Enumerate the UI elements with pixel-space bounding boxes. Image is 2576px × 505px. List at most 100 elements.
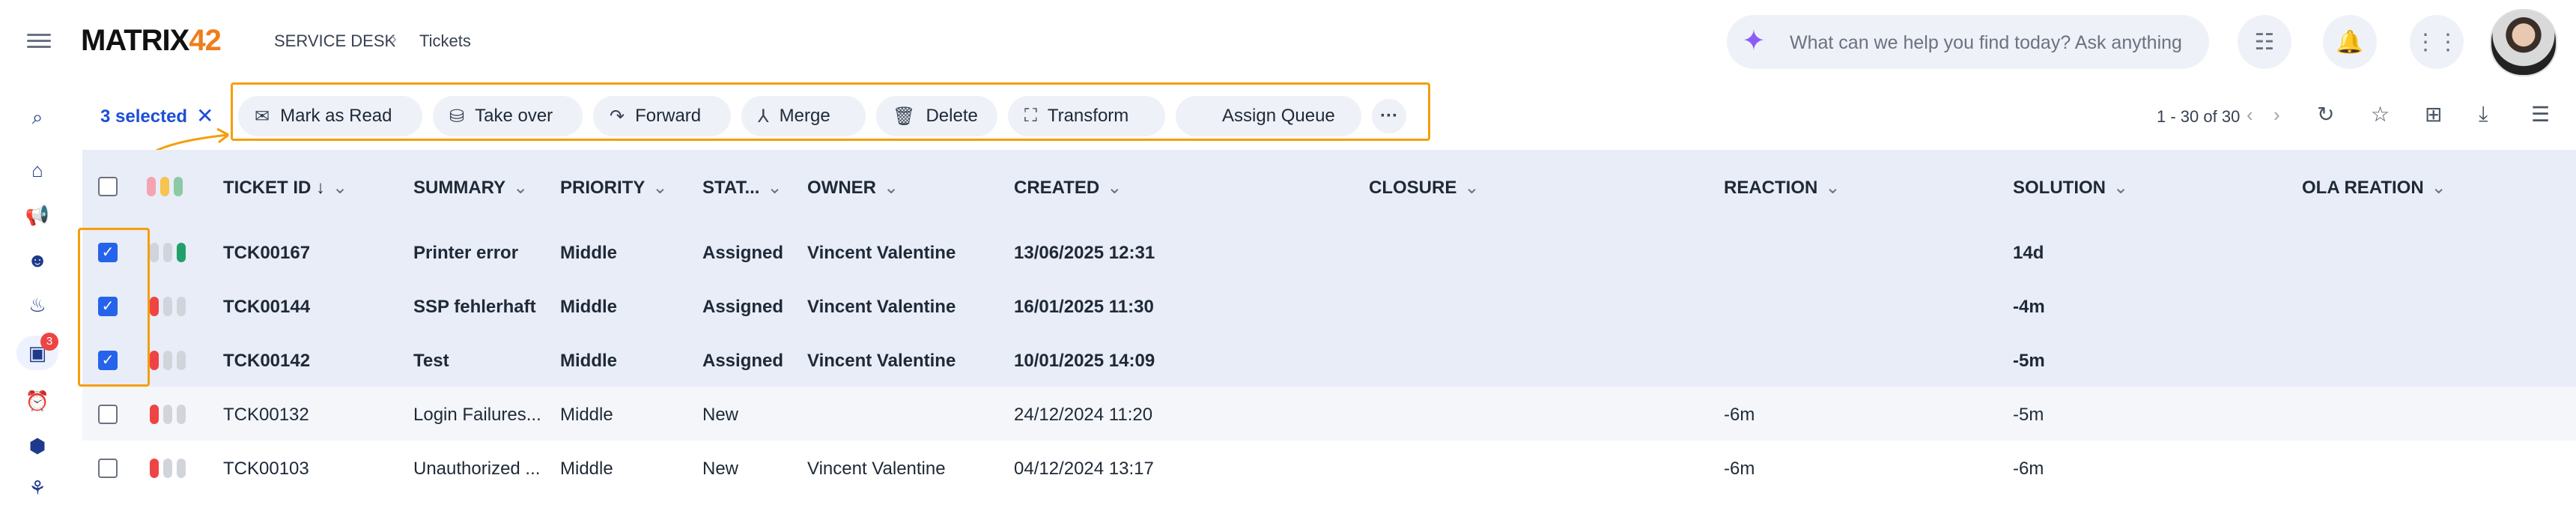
cell-priority: Middle	[560, 297, 617, 317]
mail-icon: ✉	[255, 106, 270, 127]
row-checkbox[interactable]	[98, 459, 118, 478]
cell-solution: -4m	[2013, 297, 2045, 317]
cell-status: Assigned	[702, 243, 784, 263]
priority-dot	[150, 459, 159, 478]
avatar[interactable]	[2490, 9, 2557, 76]
checklist-icon[interactable]: ☷	[2238, 15, 2291, 69]
prev-page-icon[interactable]: ‹	[2247, 103, 2253, 127]
cell-status: New	[702, 405, 739, 425]
col-owner[interactable]: OWNER ⌄	[807, 177, 899, 199]
megaphone-icon[interactable]: 📢	[16, 198, 58, 232]
priority-dot	[177, 405, 186, 424]
row-checkbox[interactable]	[98, 405, 118, 424]
forward-icon: ↷	[610, 106, 625, 127]
assign-queue-button[interactable]: Assign Queue	[1176, 96, 1361, 136]
cell-summary: Test	[413, 351, 449, 371]
home-icon[interactable]: ⌂	[16, 153, 58, 187]
add-widget-icon[interactable]: ⊞	[2425, 102, 2442, 127]
cell-reaction: -6m	[1724, 459, 1755, 479]
breadcrumb-service-desk[interactable]: SERVICE DESK	[274, 31, 395, 51]
priority-dot	[163, 297, 172, 316]
cell-status: Assigned	[702, 297, 784, 317]
priority-dot	[163, 405, 172, 424]
transform-icon: ⛶	[1024, 106, 1037, 126]
take-over-button[interactable]: ⛁ Take over	[433, 96, 583, 136]
priority-dot	[177, 351, 186, 370]
breadcrumb-separator-icon: ›	[391, 28, 397, 49]
cell-priority: Middle	[560, 459, 613, 479]
sort-arrow-icon: ↓	[316, 178, 325, 198]
col-status[interactable]: STAT... ⌄	[702, 177, 783, 199]
row-checkbox[interactable]: ✓	[98, 297, 118, 316]
cell-summary: SSP fehlerhaft	[413, 297, 536, 317]
merge-icon: ⅄	[758, 106, 769, 127]
cell-priority: Middle	[560, 405, 613, 425]
priority-dot	[150, 243, 159, 262]
cell-owner: Vincent Valentine	[807, 351, 956, 371]
pagination-info: 1 - 30 of 30	[2157, 107, 2241, 126]
col-ola-reaction[interactable]: OLA REATION ⌄	[2302, 177, 2446, 199]
menu-icon[interactable]	[27, 30, 51, 54]
col-priority[interactable]: PRIORITY ⌄	[560, 177, 667, 199]
cell-created: 13/06/2025 12:31	[1014, 243, 1155, 263]
filter-settings-icon[interactable]: ☰	[2531, 102, 2550, 127]
cell-owner: Vincent Valentine	[807, 243, 956, 263]
priority-dot	[177, 297, 186, 316]
alert-icon[interactable]: ⬢	[16, 429, 58, 463]
alarm-icon[interactable]: ⏰	[16, 384, 58, 418]
transform-button[interactable]: ⛶ Transform	[1008, 96, 1165, 136]
ticket-badge: 3	[40, 333, 58, 351]
cell-id: TCK00144	[223, 297, 311, 317]
cell-id: TCK00167	[223, 243, 311, 263]
priority-dot	[163, 351, 172, 370]
priority-dot	[150, 297, 159, 316]
col-reaction[interactable]: REACTION ⌄	[1724, 177, 1840, 199]
more-actions-button[interactable]: ···	[1372, 99, 1406, 133]
download-icon[interactable]: ⤓	[2479, 102, 2488, 127]
cell-owner: Vincent Valentine	[807, 297, 956, 317]
merge-button[interactable]: ⅄ Merge	[741, 96, 866, 136]
row-checkbox[interactable]: ✓	[98, 351, 118, 370]
priority-dot	[150, 351, 159, 370]
search-input[interactable]	[1788, 15, 2196, 70]
ticket-icon[interactable]: ▣ 3	[16, 333, 58, 370]
col-created[interactable]: CREATED ⌄	[1014, 177, 1122, 199]
fire-icon[interactable]: ♨	[16, 288, 58, 322]
cell-solution: -5m	[2013, 351, 2045, 371]
delete-button[interactable]: 🗑 Delete	[876, 96, 997, 136]
cell-solution: 14d	[2013, 243, 2044, 263]
col-summary[interactable]: SUMMARY ⌄	[413, 177, 528, 199]
refresh-icon[interactable]: ↻	[2317, 102, 2334, 127]
star-icon[interactable]: ☆	[2371, 102, 2390, 127]
apps-grid-icon[interactable]: ⋮⋮	[2410, 15, 2464, 69]
cell-solution: -6m	[2013, 459, 2044, 479]
cell-summary: Unauthorized ...	[413, 459, 541, 479]
col-closure[interactable]: CLOSURE ⌄	[1369, 177, 1479, 199]
next-page-icon[interactable]: ›	[2273, 103, 2280, 127]
col-solution[interactable]: SOLUTION ⌄	[2013, 177, 2128, 199]
people-icon[interactable]: ☻	[16, 243, 58, 277]
cell-owner: Vincent Valentine	[807, 459, 946, 479]
forward-button[interactable]: ↷ Forward	[593, 96, 731, 136]
cell-created: 24/12/2024 11:20	[1014, 405, 1153, 425]
mark-as-read-button[interactable]: ✉ Mark as Read	[238, 96, 422, 136]
breadcrumb-tickets: Tickets	[419, 31, 471, 50]
cell-priority: Middle	[560, 243, 617, 263]
cell-reaction: -6m	[1724, 405, 1755, 425]
bell-icon[interactable]: 🔔	[2323, 15, 2377, 69]
col-ticket-id[interactable]: TICKET ID ↓ ⌄	[223, 177, 347, 199]
row-checkbox[interactable]: ✓	[98, 243, 118, 262]
take-over-icon: ⛁	[449, 106, 465, 127]
search-icon[interactable]: ⌕	[16, 100, 58, 135]
priority-dot	[150, 405, 159, 424]
cell-id: TCK00142	[223, 351, 311, 371]
logo[interactable]: MATRIX42	[81, 24, 222, 58]
cell-solution: -5m	[2013, 405, 2044, 425]
cell-created: 04/12/2024 13:17	[1014, 459, 1154, 479]
cell-created: 16/01/2025 11:30	[1014, 297, 1154, 317]
more-nav-icon[interactable]: ⚘	[16, 471, 58, 505]
cell-status: New	[702, 459, 739, 479]
select-all-checkbox[interactable]	[98, 177, 118, 196]
cell-id: TCK00132	[223, 405, 309, 425]
search-bar[interactable]: ✦	[1727, 15, 2209, 70]
